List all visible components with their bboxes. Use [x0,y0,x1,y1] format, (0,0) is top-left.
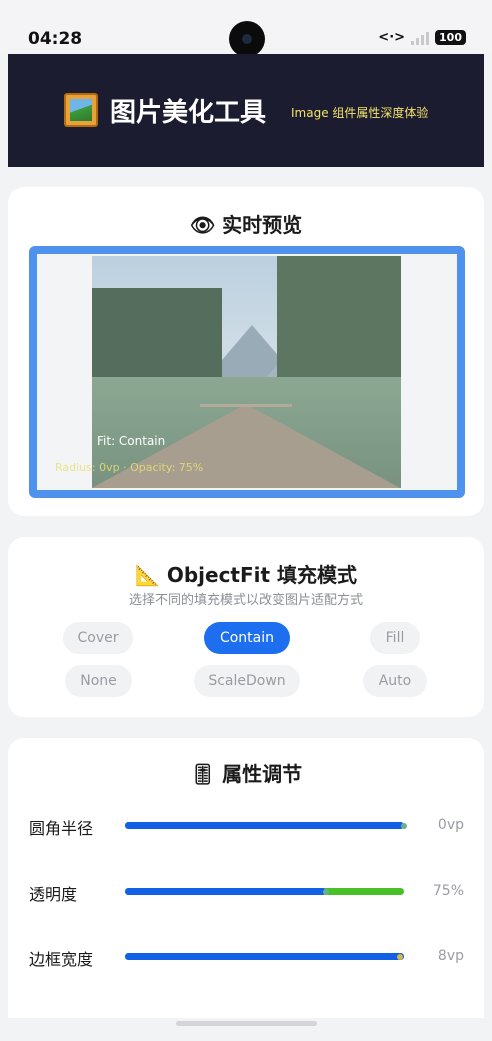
fit-caption: Fit: Contain [97,434,166,448]
slider-row-radius: 圆角半径 0vp [8,815,484,839]
slider-thumb[interactable] [322,888,329,895]
front-camera [229,21,265,57]
border-width-slider[interactable] [125,953,404,960]
status-icons: <·> 100 [378,30,466,45]
slider-value: 75% [432,883,464,899]
slider-value: 0vp [437,817,464,833]
object-fit-description: 选择不同的填充模式以改变图片适配方式 [128,593,363,608]
image-preview-frame: Fit: Contain Radius: 0vp · Opacity: 75% [29,246,465,498]
slider-fill [125,953,404,960]
eye-icon: 👁 [189,213,216,237]
preview-title: 实时预览 [222,213,303,237]
fit-option-cover[interactable]: Cover [63,622,133,654]
app-title: 图片美化工具 [110,98,267,128]
slider-thumb[interactable] [396,953,403,960]
radius-slider[interactable] [125,822,407,829]
slider-label: 边框宽度 [29,950,94,969]
section-gap [8,717,484,738]
fit-option-fill[interactable]: Fill [370,622,420,654]
properties-title: 属性调节 [222,762,303,786]
fit-option-contain[interactable]: Contain [204,622,290,654]
slider-fill [125,822,404,829]
slider-label: 透明度 [29,885,78,904]
object-fit-heading: 📐 ObjectFit 填充模式 [8,559,484,588]
data-transfer-icon: <·> [378,30,406,45]
fit-option-auto[interactable]: Auto [363,665,427,697]
object-fit-card: 📐 ObjectFit 填充模式 选择不同的填充模式以改变图片适配方式 Cove… [8,537,484,717]
signal-icon [411,31,430,45]
section-gap [8,516,484,537]
properties-heading: 🎚 属性调节 [8,758,484,787]
battery-icon: 100 [435,30,466,45]
app-header: 图片美化工具 Image 组件属性深度体验 [8,54,484,167]
object-fit-title: ObjectFit 填充模式 [166,563,358,587]
home-indicator[interactable] [176,1021,317,1026]
slider-row-opacity: 透明度 75% [8,881,484,905]
framed-picture-icon [64,93,98,127]
slider-row-border: 边框宽度 8vp [8,946,484,970]
status-time: 04:28 [28,29,83,49]
properties-card: 🎚 属性调节 圆角半径 0vp 透明度 75% 边框宽度 8vp [8,738,484,1018]
opacity-slider[interactable] [125,888,404,895]
preview-heading: 👁 实时预览 [8,209,484,238]
fit-option-none[interactable]: None [65,665,132,697]
triangular-ruler-icon: 📐 [134,563,160,587]
app-subtitle: Image 组件属性深度体验 [291,106,429,120]
status-bar: 04:28 <·> 100 [0,0,492,57]
meta-caption: Radius: 0vp · Opacity: 75% [55,461,204,474]
preview-card: 👁 实时预览 Fit: Contain Radius: 0vp · Opacit… [8,187,484,516]
level-slider-icon: 🎚 [189,762,216,786]
slider-fill [125,888,326,895]
slider-value: 8vp [437,948,464,964]
landscape-image [92,256,401,488]
section-gap [8,167,484,187]
fit-option-scaledown[interactable]: ScaleDown [194,665,300,697]
slider-thumb[interactable] [401,822,407,829]
slider-label: 圆角半径 [29,819,94,838]
